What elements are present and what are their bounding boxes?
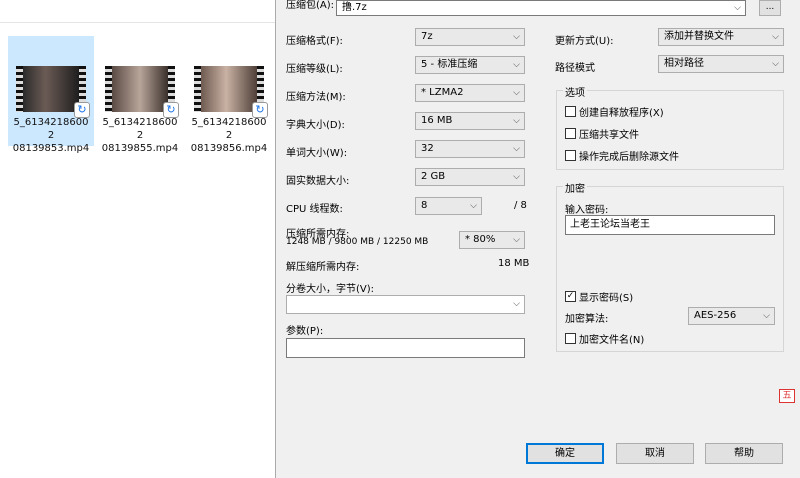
threads-total: / 8 [514, 200, 527, 211]
archive-label: 压缩包(A): [286, 0, 335, 11]
file-name: 5_61342186002 08139855.mp4 [101, 117, 179, 154]
encrypt-names-checkbox[interactable]: 加密文件名(N) [565, 331, 644, 346]
volume-label: 分卷大小，字节(V): [286, 284, 375, 295]
method-select[interactable]: * LZMA2 ⌵ [415, 84, 525, 102]
checkbox-icon [565, 106, 576, 117]
delete-after-checkbox[interactable]: 操作完成后删除源文件 [565, 148, 679, 163]
memory-select[interactable]: * 80% ⌵ [459, 231, 525, 249]
path-mode-select[interactable]: 相对路径 ⌵ [658, 55, 784, 73]
chevron-down-icon: ⌵ [470, 201, 477, 211]
chevron-down-icon: ⌵ [513, 144, 520, 154]
checkbox-icon [565, 128, 576, 139]
format-label: 压缩格式(F): [286, 36, 343, 47]
browse-button[interactable]: ... [759, 0, 781, 16]
cancel-button[interactable]: 取消 [616, 443, 694, 464]
update-label: 更新方式(U): [555, 36, 614, 47]
level-label: 压缩等级(L): [286, 64, 343, 75]
options-title: 选项 [563, 84, 587, 99]
chevron-down-icon: ⌵ [513, 60, 520, 70]
decompress-memory-value: 18 MB [498, 258, 530, 269]
method-label: 压缩方法(M): [286, 92, 346, 103]
explorer-divider [0, 22, 275, 23]
ok-button[interactable]: 确定 [526, 443, 604, 464]
dict-select[interactable]: 16 MB ⌵ [415, 112, 525, 130]
file-item[interactable]: ↻ 5_61342186002 08139855.mp4 [97, 36, 183, 154]
chevron-down-icon: ⌵ [772, 59, 779, 69]
chevron-down-icon: ⌵ [513, 235, 520, 245]
options-group: 选项 创建自释放程序(X) 压缩共享文件 操作完成后删除源文件 [556, 84, 784, 170]
solid-select[interactable]: 2 GB ⌵ [415, 168, 525, 186]
video-thumbnail: ↻ [16, 66, 90, 118]
chevron-down-icon: ⌵ [513, 88, 520, 98]
ime-badge-icon[interactable]: 五 [779, 389, 795, 403]
video-thumbnail: ↻ [194, 66, 268, 118]
format-select[interactable]: 7z ⌵ [415, 28, 525, 46]
show-password-checkbox[interactable]: ✓ 显示密码(S) [565, 289, 633, 304]
volume-combo[interactable]: ⌵ [286, 295, 525, 314]
sfx-checkbox[interactable]: 创建自释放程序(X) [565, 104, 664, 119]
word-label: 单词大小(W): [286, 148, 348, 159]
password-input[interactable]: 上老王论坛当老王 [565, 215, 775, 235]
dict-label: 字典大小(D): [286, 120, 345, 131]
archive-name-combo[interactable]: 撸.7z ⌵ [336, 0, 746, 16]
params-input[interactable] [286, 338, 525, 358]
encryption-title: 加密 [563, 180, 587, 195]
solid-label: 固实数据大小: [286, 176, 350, 187]
file-name: 5_61342186002 08139853.mp4 [12, 117, 90, 154]
video-thumbnail: ↻ [105, 66, 179, 118]
shared-files-checkbox[interactable]: 压缩共享文件 [565, 126, 639, 141]
help-button[interactable]: 帮助 [705, 443, 783, 464]
update-select[interactable]: 添加并替换文件 ⌵ [658, 28, 784, 46]
threads-label: CPU 线程数: [286, 204, 343, 215]
checkmark-icon: ✓ [565, 291, 576, 302]
file-item[interactable]: ↻ 5_61342186002 08139853.mp4 [8, 36, 94, 154]
memory-detail: 1248 MB / 9800 MB / 12250 MB [286, 237, 429, 247]
word-select[interactable]: 32 ⌵ [415, 140, 525, 158]
checkbox-icon [565, 150, 576, 161]
level-select[interactable]: 5 - 标准压缩 ⌵ [415, 56, 525, 74]
file-name: 5_61342186002 08139856.mp4 [190, 117, 268, 154]
encryption-method-label: 加密算法: [565, 314, 609, 325]
file-item[interactable]: ↻ 5_61342186002 08139856.mp4 [186, 36, 272, 154]
checkbox-icon [565, 333, 576, 344]
chevron-down-icon: ⌵ [513, 299, 520, 309]
add-to-archive-dialog: 压缩包(A): 撸.7z ⌵ ... 压缩格式(F): 7z ⌵ 压缩等级(L): … [275, 0, 800, 478]
chevron-down-icon: ⌵ [513, 32, 520, 42]
chevron-down-icon: ⌵ [772, 32, 779, 42]
password-label: 输入密码: [565, 205, 609, 216]
threads-select[interactable]: 8 ⌵ [415, 197, 482, 215]
chevron-down-icon: ⌵ [763, 311, 770, 321]
decompress-memory-label: 解压缩所需内存: [286, 262, 360, 273]
encryption-method-select[interactable]: AES-256 ⌵ [688, 307, 775, 325]
encryption-group: 加密 输入密码: 上老王论坛当老王 ✓ 显示密码(S) 加密算法: AES-256… [556, 180, 784, 352]
path-mode-label: 路径模式 [555, 63, 595, 74]
params-label: 参数(P): [286, 326, 324, 337]
chevron-down-icon: ⌵ [734, 3, 741, 13]
chevron-down-icon: ⌵ [513, 172, 520, 182]
chevron-down-icon: ⌵ [513, 116, 520, 126]
